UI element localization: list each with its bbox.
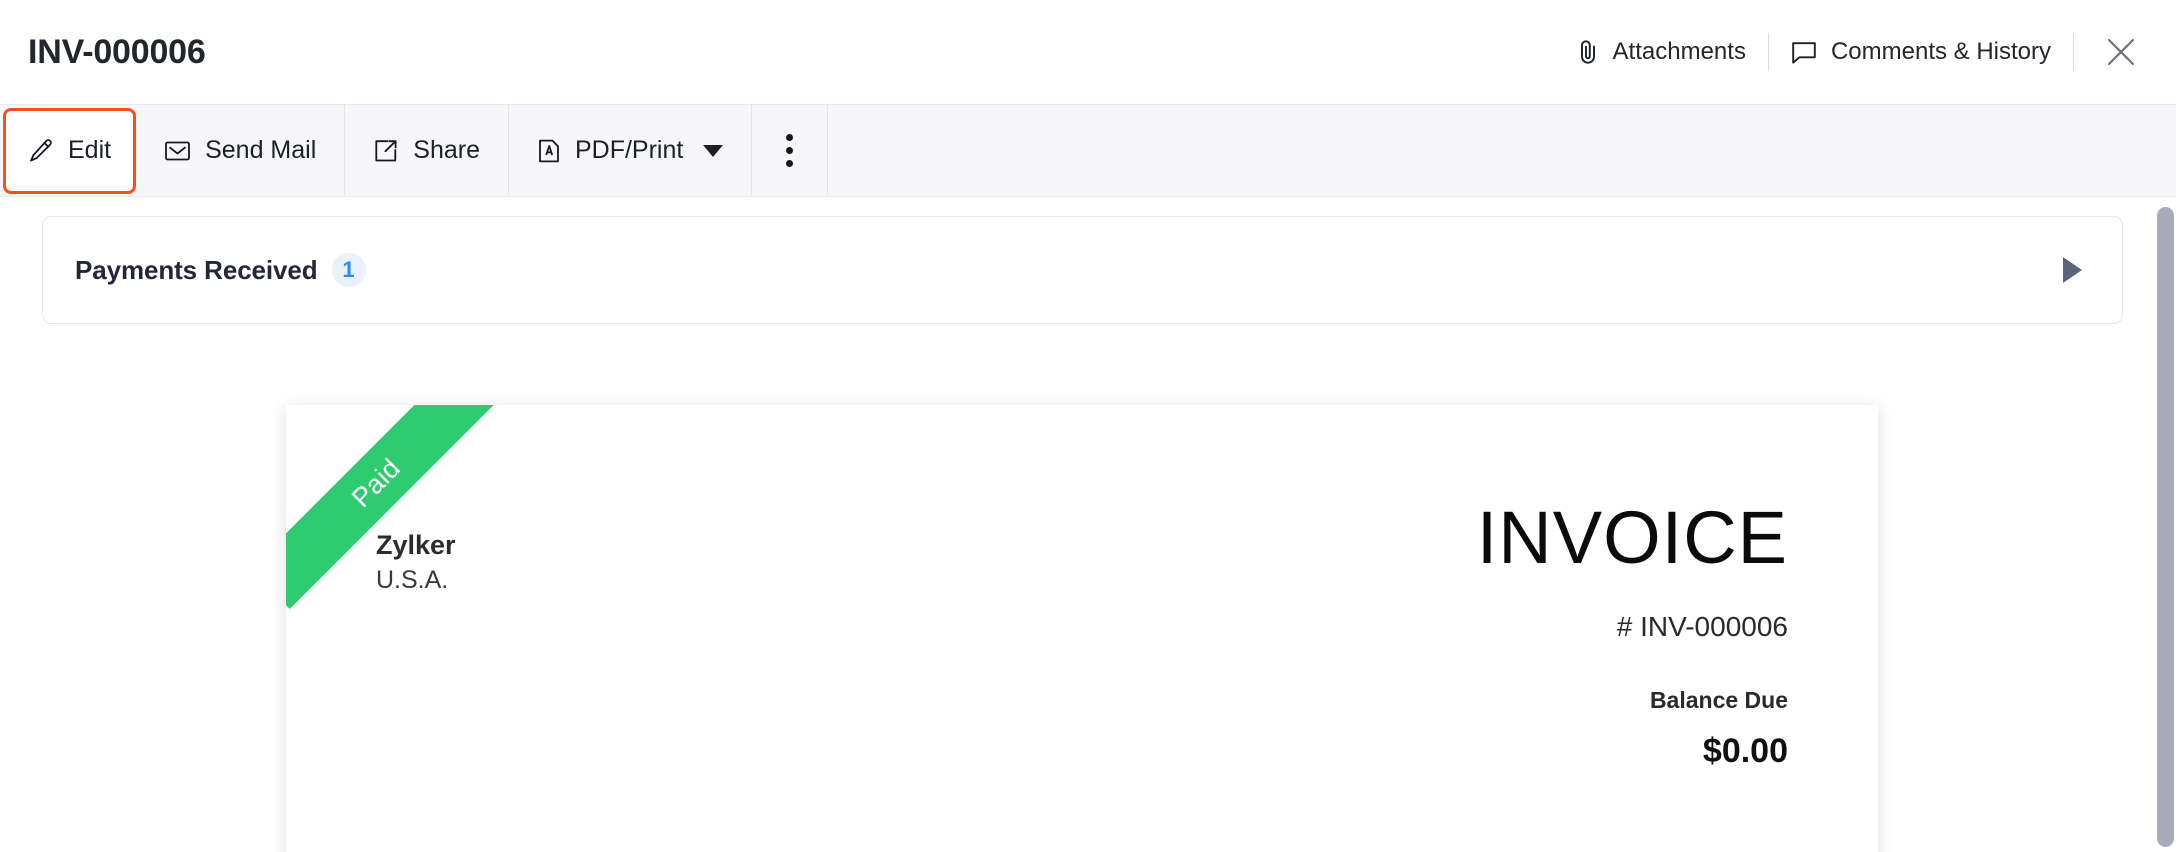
balance-due-value: $0.00 bbox=[1702, 732, 1788, 770]
page-header: INV-000006 Attachments Comments & Histor… bbox=[0, 0, 2176, 105]
organization-block: Zylker U.S.A. bbox=[376, 501, 456, 852]
attachments-button[interactable]: Attachments bbox=[1555, 29, 1768, 75]
edit-button[interactable]: Edit bbox=[3, 107, 137, 194]
payments-received-header: Payments Received 1 bbox=[75, 253, 366, 287]
triangle-right-icon[interactable] bbox=[2063, 257, 2082, 283]
comments-history-label: Comments & History bbox=[1830, 38, 2051, 65]
action-toolbar: Edit Send Mail Share PDF/Print bbox=[0, 105, 2176, 197]
attachments-label: Attachments bbox=[1612, 38, 1746, 65]
share-label: Share bbox=[413, 136, 480, 164]
invoice-detail-view: INV-000006 Attachments Comments & Histor… bbox=[0, 0, 2176, 852]
edit-label: Edit bbox=[68, 136, 112, 164]
payments-received-title: Payments Received bbox=[75, 254, 318, 285]
payments-received-panel[interactable]: Payments Received 1 bbox=[42, 216, 2123, 324]
share-button[interactable]: Share bbox=[345, 105, 509, 196]
envelope-icon bbox=[164, 138, 191, 164]
invoice-preview-card: Paid Zylker U.S.A. INVOICE # INV-000006 … bbox=[286, 405, 1878, 852]
kebab-menu-icon bbox=[786, 134, 794, 167]
content-scrollbar-track[interactable] bbox=[2155, 197, 2176, 852]
send-mail-button[interactable]: Send Mail bbox=[136, 105, 346, 196]
invoice-heading: INVOICE bbox=[1476, 496, 1788, 579]
pencil-icon bbox=[28, 138, 54, 164]
invoice-number: # INV-000006 bbox=[1616, 611, 1788, 642]
more-actions-button[interactable] bbox=[752, 105, 829, 196]
invoice-body: Zylker U.S.A. INVOICE # INV-000006 Balan… bbox=[286, 405, 1878, 852]
invoice-summary-block: INVOICE # INV-000006 Balance Due $0.00 bbox=[1477, 501, 1788, 852]
paperclip-icon bbox=[1577, 39, 1599, 65]
close-icon[interactable] bbox=[2092, 27, 2150, 77]
pdf-print-button[interactable]: PDF/Print bbox=[509, 105, 753, 196]
organization-country: U.S.A. bbox=[376, 566, 449, 595]
organization-name: Zylker bbox=[376, 530, 456, 560]
page-title: INV-000006 bbox=[28, 33, 206, 71]
header-actions: Attachments Comments & History bbox=[1555, 29, 2150, 75]
pdf-icon bbox=[537, 138, 561, 164]
send-mail-label: Send Mail bbox=[205, 136, 317, 164]
header-divider-2 bbox=[2073, 33, 2074, 71]
balance-due-label: Balance Due bbox=[1649, 687, 1788, 713]
payments-received-count-badge: 1 bbox=[331, 253, 366, 287]
pdf-print-label: PDF/Print bbox=[574, 136, 684, 164]
comment-icon bbox=[1791, 40, 1817, 65]
invoice-content-area: Payments Received 1 Paid Zylker U.S.A. I… bbox=[0, 197, 2176, 852]
comments-history-button[interactable]: Comments & History bbox=[1769, 29, 2073, 75]
share-icon bbox=[373, 138, 399, 164]
content-scrollbar-thumb[interactable] bbox=[2157, 207, 2174, 847]
chevron-down-icon bbox=[703, 144, 724, 157]
